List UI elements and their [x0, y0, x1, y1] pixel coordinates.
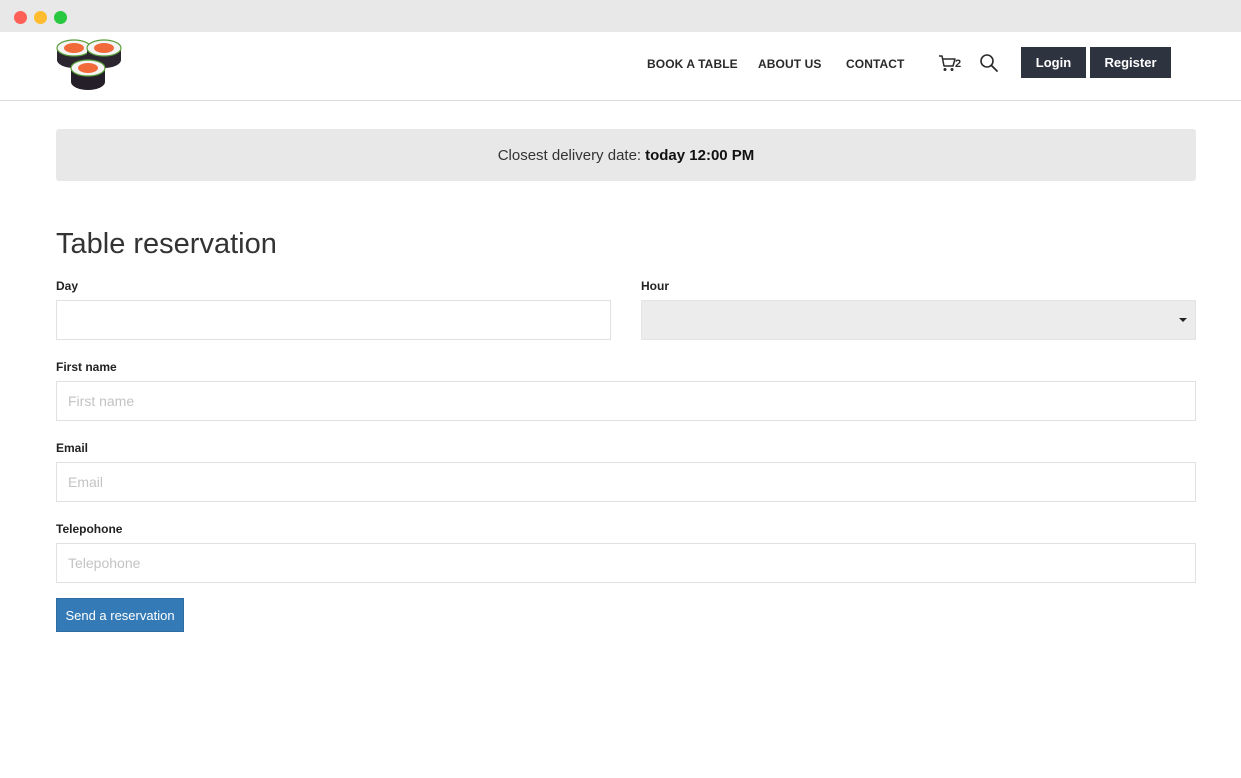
chevron-down-icon — [1179, 318, 1187, 322]
email-label: Email — [56, 441, 89, 455]
maximize-window-button[interactable] — [54, 11, 67, 24]
search-icon — [980, 54, 998, 72]
login-button[interactable]: Login — [1021, 47, 1086, 78]
first-name-label: First name — [56, 360, 117, 374]
page-title: Table reservation — [56, 228, 277, 260]
window-titlebar — [0, 0, 1241, 32]
day-label: Day — [56, 279, 79, 293]
site-header: BOOK A TABLE ABOUT US CONTACT 2 Login Re… — [0, 32, 1241, 101]
search-button[interactable] — [979, 53, 1001, 75]
sushi-logo-icon[interactable] — [54, 38, 124, 92]
telephone-input[interactable] — [56, 543, 1196, 583]
send-reservation-button[interactable]: Send a reservation — [56, 598, 184, 632]
delivery-date-banner: Closest delivery date: today 12:00 PM — [56, 129, 1196, 181]
delivery-date-value: today 12:00 PM — [645, 146, 755, 164]
cart-count-badge: 2 — [955, 58, 962, 70]
delivery-date-prefix: Closest delivery date: — [497, 146, 642, 164]
telephone-label: Telepohone — [56, 522, 123, 536]
cart-button[interactable]: 2 — [938, 54, 966, 76]
email-input[interactable] — [56, 462, 1196, 502]
minimize-window-button[interactable] — [34, 11, 47, 24]
hour-select[interactable] — [641, 300, 1196, 340]
register-button[interactable]: Register — [1090, 47, 1171, 78]
close-window-button[interactable] — [14, 11, 27, 24]
hour-label: Hour — [641, 279, 669, 293]
nav-about-us[interactable]: ABOUT US — [758, 57, 821, 71]
cart-icon — [939, 55, 956, 71]
nav-contact[interactable]: CONTACT — [846, 57, 904, 71]
first-name-input[interactable] — [56, 381, 1196, 421]
nav-book-a-table[interactable]: BOOK A TABLE — [647, 57, 738, 71]
day-input[interactable] — [56, 300, 611, 340]
